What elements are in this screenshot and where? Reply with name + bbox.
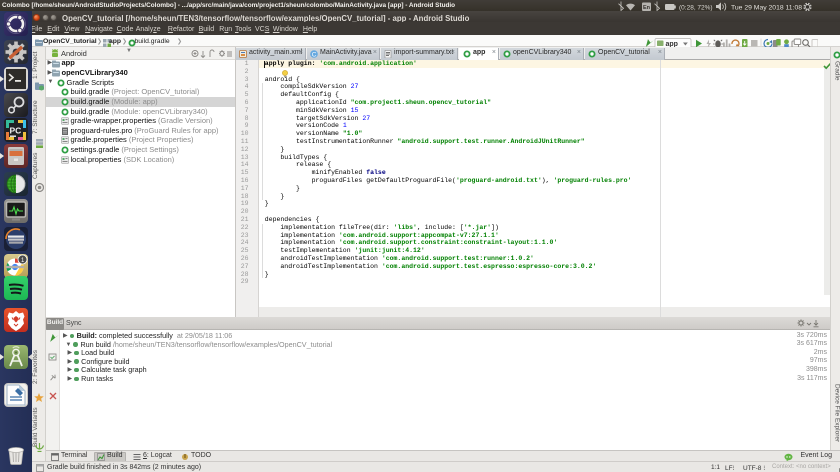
svg-text:C: C <box>312 52 317 59</box>
svg-text:PC: PC <box>10 126 22 136</box>
